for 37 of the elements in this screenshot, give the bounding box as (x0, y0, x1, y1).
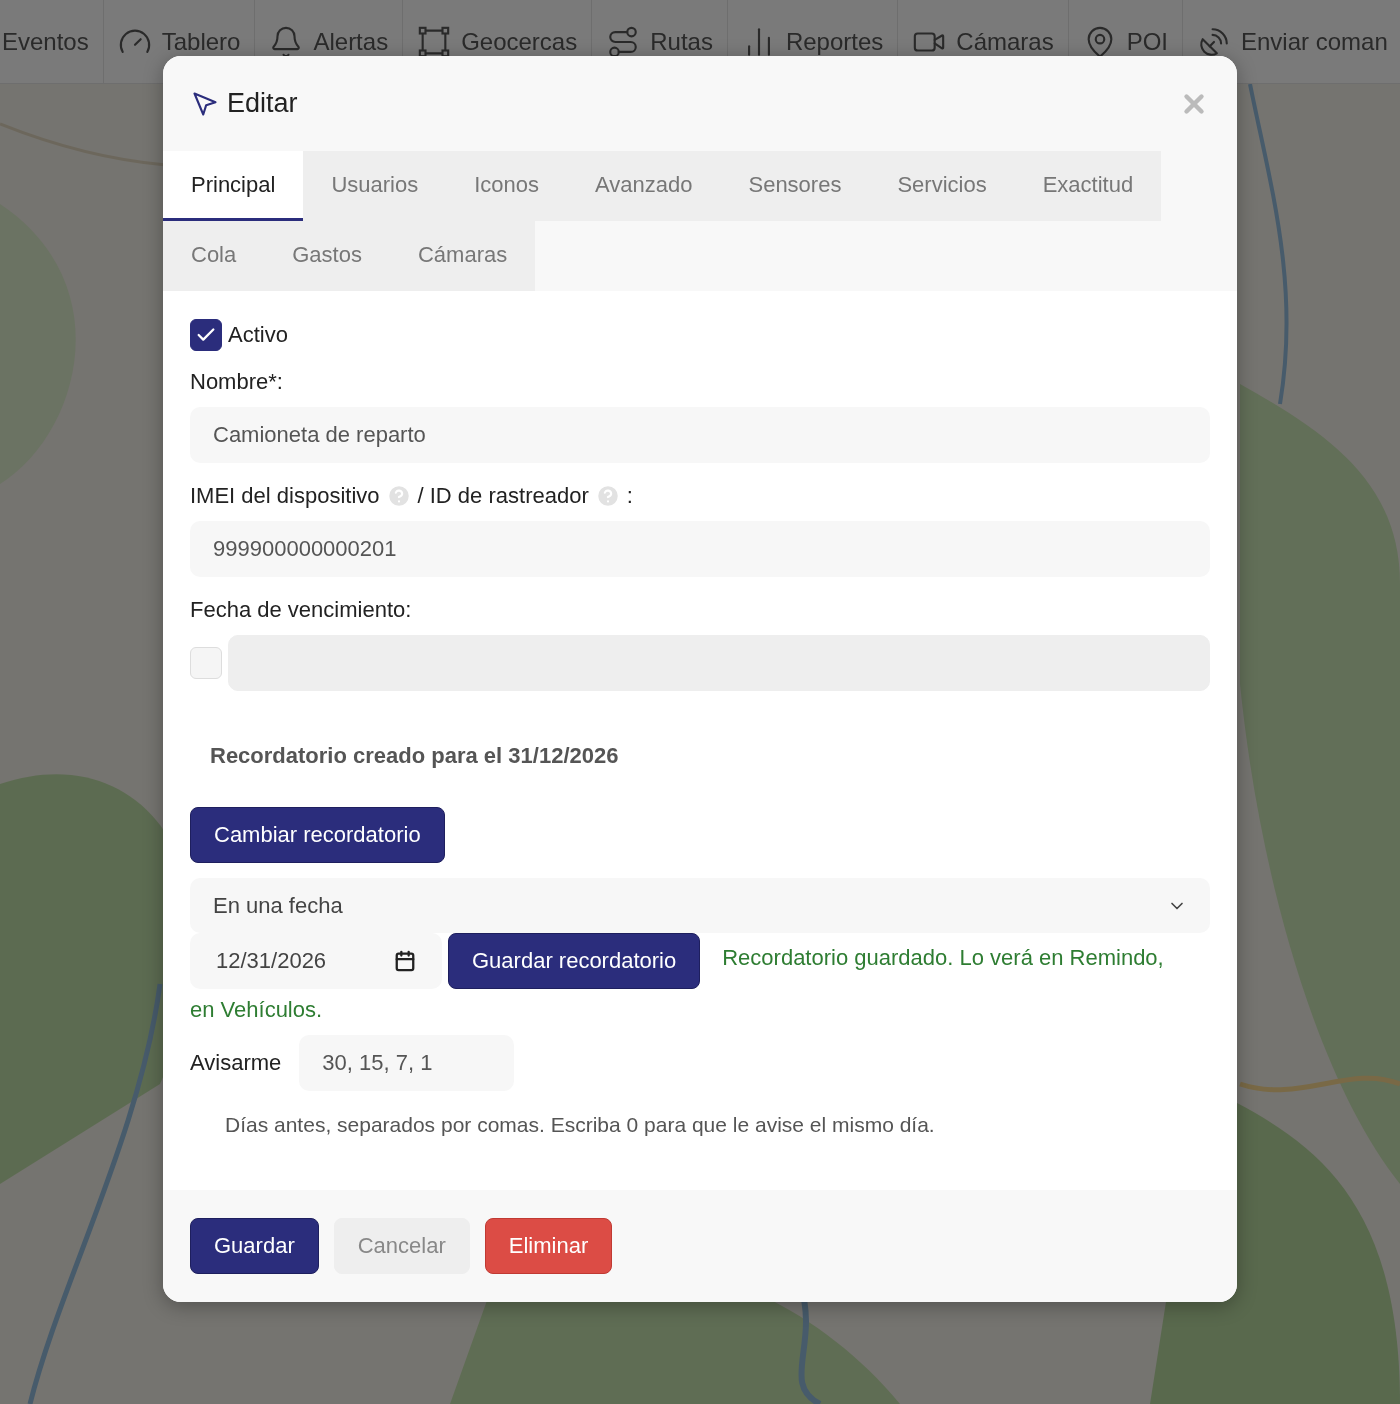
field-label: IMEI del dispositivo (190, 483, 380, 509)
save-button[interactable]: Guardar (190, 1218, 319, 1274)
tab[interactable]: Principal (163, 151, 304, 221)
satellite-dish-icon (1197, 25, 1231, 59)
success-message: Recordatorio guardado. Lo verá en Remindo, (722, 945, 1164, 971)
input-field[interactable]: 999900000000201 (190, 521, 1210, 577)
label-colon: : (626, 483, 633, 509)
frame-icon (417, 25, 452, 59)
field-label: / ID de rastreador (417, 483, 589, 509)
help-text: Días antes, separados por comas. Escriba 0 para que le avise el mismo día. (225, 1113, 936, 1137)
tab[interactable]: Cámaras (389, 221, 536, 291)
field-label: Fecha de vencimiento: (190, 597, 412, 623)
tab[interactable]: Sensores (720, 151, 870, 221)
tab[interactable]: Avanzado (567, 151, 721, 221)
tab[interactable]: Cola (163, 221, 265, 291)
calendar-icon (394, 950, 416, 972)
input-field[interactable]: Camioneta de reparto (190, 407, 1210, 463)
tab[interactable]: Servicios (869, 151, 1015, 221)
cancel-button[interactable]: Cancelar (333, 1218, 470, 1274)
tab[interactable]: Usuarios (303, 151, 447, 221)
tab[interactable]: Iconos (446, 151, 567, 221)
reminder-note: Recordatorio creado para el 31/12/2026 (210, 743, 620, 769)
navigation-arrow-icon (191, 89, 219, 118)
tab[interactable]: Exactitud (1014, 151, 1162, 221)
checkbox-label: Activo (228, 322, 288, 348)
field-label: Nombre*: (190, 369, 283, 395)
field-label: Avisarme (190, 1050, 282, 1076)
success-message: en Vehículos. (190, 997, 324, 1023)
select-field[interactable]: En una fecha (190, 878, 1210, 933)
dialog-title: Editar (227, 88, 298, 119)
save-reminder-button[interactable]: Guardar recordatorio (448, 933, 701, 989)
checkbox[interactable] (190, 319, 222, 351)
tab[interactable]: Gastos (264, 221, 390, 291)
input-field[interactable]: 30, 15, 7, 1 (299, 1035, 515, 1091)
date-field[interactable]: 12/31/2026 (190, 933, 442, 989)
delete-button[interactable]: Eliminar (484, 1218, 613, 1274)
change-reminder-button[interactable]: Cambiar recordatorio (190, 807, 445, 863)
